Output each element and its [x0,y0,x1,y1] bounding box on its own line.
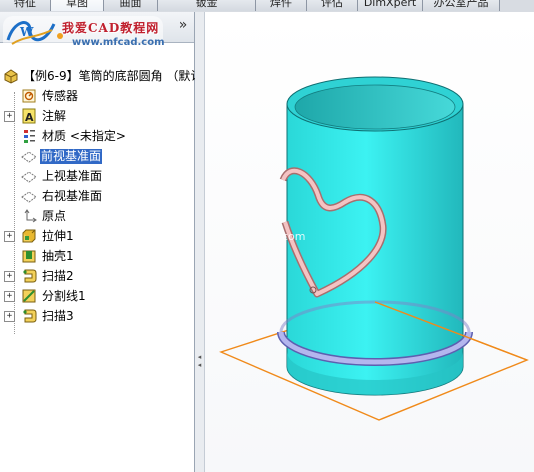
watermark-url-fragment: com [282,230,306,243]
expand-icon[interactable]: + [4,311,15,322]
tree-item-front-plane[interactable]: 前视基准面 [0,147,194,166]
tab-weldments[interactable]: 焊件 [256,0,307,11]
watermark-url: www.mfcad.com [72,37,165,48]
watermark-title: 我爱CAD教程网 [62,21,160,35]
splitter-grip-icon[interactable]: ◂ ◂ [196,353,203,377]
sweep-icon [23,309,37,323]
tab-office-products[interactable]: 办公室产品 [423,0,500,11]
svg-text:A: A [25,111,34,124]
tree-root-part[interactable]: 【例6-9】笔筒的底部圆角 （默认 [0,67,202,86]
plane-icon [21,151,37,163]
tab-sheet-metal[interactable]: 钣金 [158,0,256,11]
tree-item-sweep3[interactable]: + 扫描3 [0,307,194,326]
tree-item-label: 拉伸1 [42,229,74,243]
panel-splitter[interactable]: ◂ ◂ [195,12,205,472]
part-icon [4,69,18,84]
extrude-icon [22,229,36,243]
tree-item-label: 传感器 [42,89,79,103]
tree-item-sensors[interactable]: 传感器 [0,87,194,106]
expand-icon[interactable]: + [4,271,15,282]
tree-item-label: 原点 [42,209,67,223]
sensor-icon [22,89,36,103]
tree-item-split-line1[interactable]: + 分割线1 [0,287,194,306]
tree-item-material[interactable]: 材质 <未指定> [0,127,194,146]
tree-item-annotations[interactable]: + A 注解 [0,107,194,126]
tree-item-label: 材质 <未指定> [42,129,126,143]
tree-item-label: 分割线1 [42,289,86,303]
feature-manager-panel: » W 我爱CAD教程网 www.mfcad.com 【例6-9】笔筒的底部圆角… [0,10,202,472]
shell-icon [22,250,36,263]
watermark-logo: W 我爱CAD教程网 www.mfcad.com [0,10,170,54]
expand-icon[interactable]: + [4,111,15,122]
tree-item-label: 上视基准面 [42,169,103,183]
expand-icon[interactable]: + [4,291,15,302]
tree-item-sweep2[interactable]: + 扫描2 [0,267,194,286]
tree-item-label: 右视基准面 [42,189,103,203]
tree-item-origin[interactable]: 原点 [0,207,194,226]
tree-item-label: 扫描2 [42,269,74,283]
collapse-panel-button[interactable]: » [176,18,190,32]
graphics-viewport[interactable]: com [205,12,534,472]
sweep-icon [23,269,37,283]
plane-icon [21,171,37,183]
tree-item-top-plane[interactable]: 上视基准面 [0,167,194,186]
tree-item-label: 抽壳1 [42,249,74,263]
tree-item-right-plane[interactable]: 右视基准面 [0,187,194,206]
split-line-icon [22,289,36,303]
model-scene [219,76,529,421]
tree-item-shell1[interactable]: 抽壳1 [0,247,194,266]
tab-evaluate[interactable]: 评估 [307,0,358,11]
expand-icon[interactable]: + [4,231,15,242]
tree-item-label: 注解 [42,109,67,123]
tree-root-label: 【例6-9】笔筒的底部圆角 （默认 [23,69,203,83]
tree-item-label: 扫描3 [42,309,74,323]
svg-text:W: W [19,25,34,39]
origin-icon [24,209,37,223]
pen-holder-body[interactable] [286,76,464,396]
tab-dimxpert[interactable]: DimXpert [358,0,423,11]
material-icon [24,130,35,143]
annotation-icon: A [22,108,36,124]
tree-item-extrude1[interactable]: + 拉伸1 [0,227,194,246]
plane-icon [21,191,37,203]
tree-item-label: 前视基准面 [40,149,103,164]
